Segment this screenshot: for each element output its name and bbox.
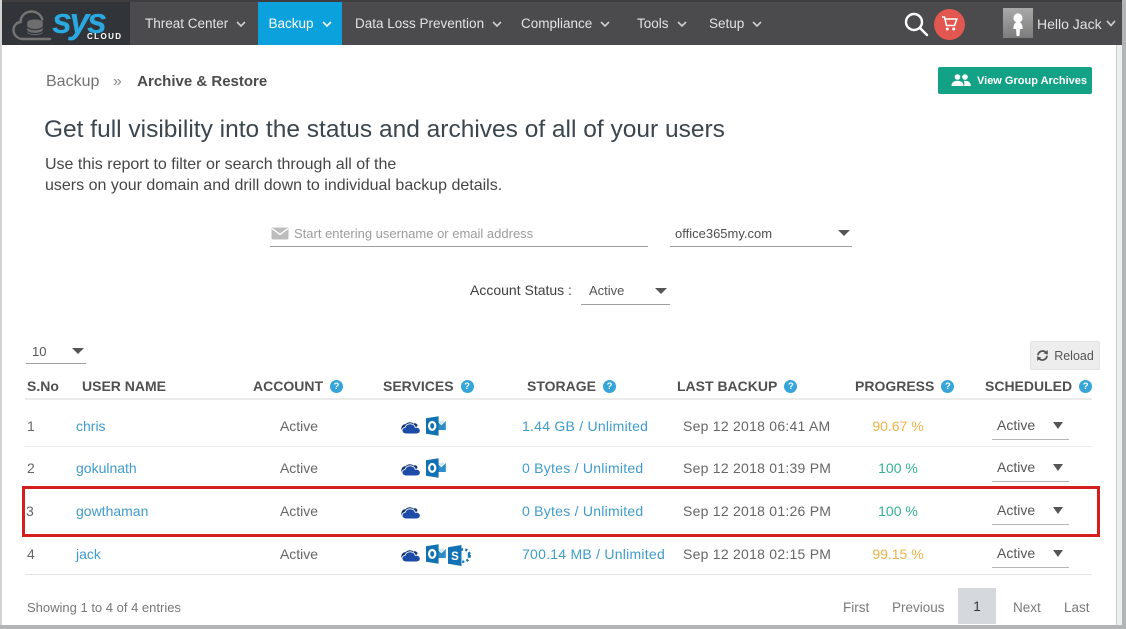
svg-text:S: S — [451, 550, 459, 562]
